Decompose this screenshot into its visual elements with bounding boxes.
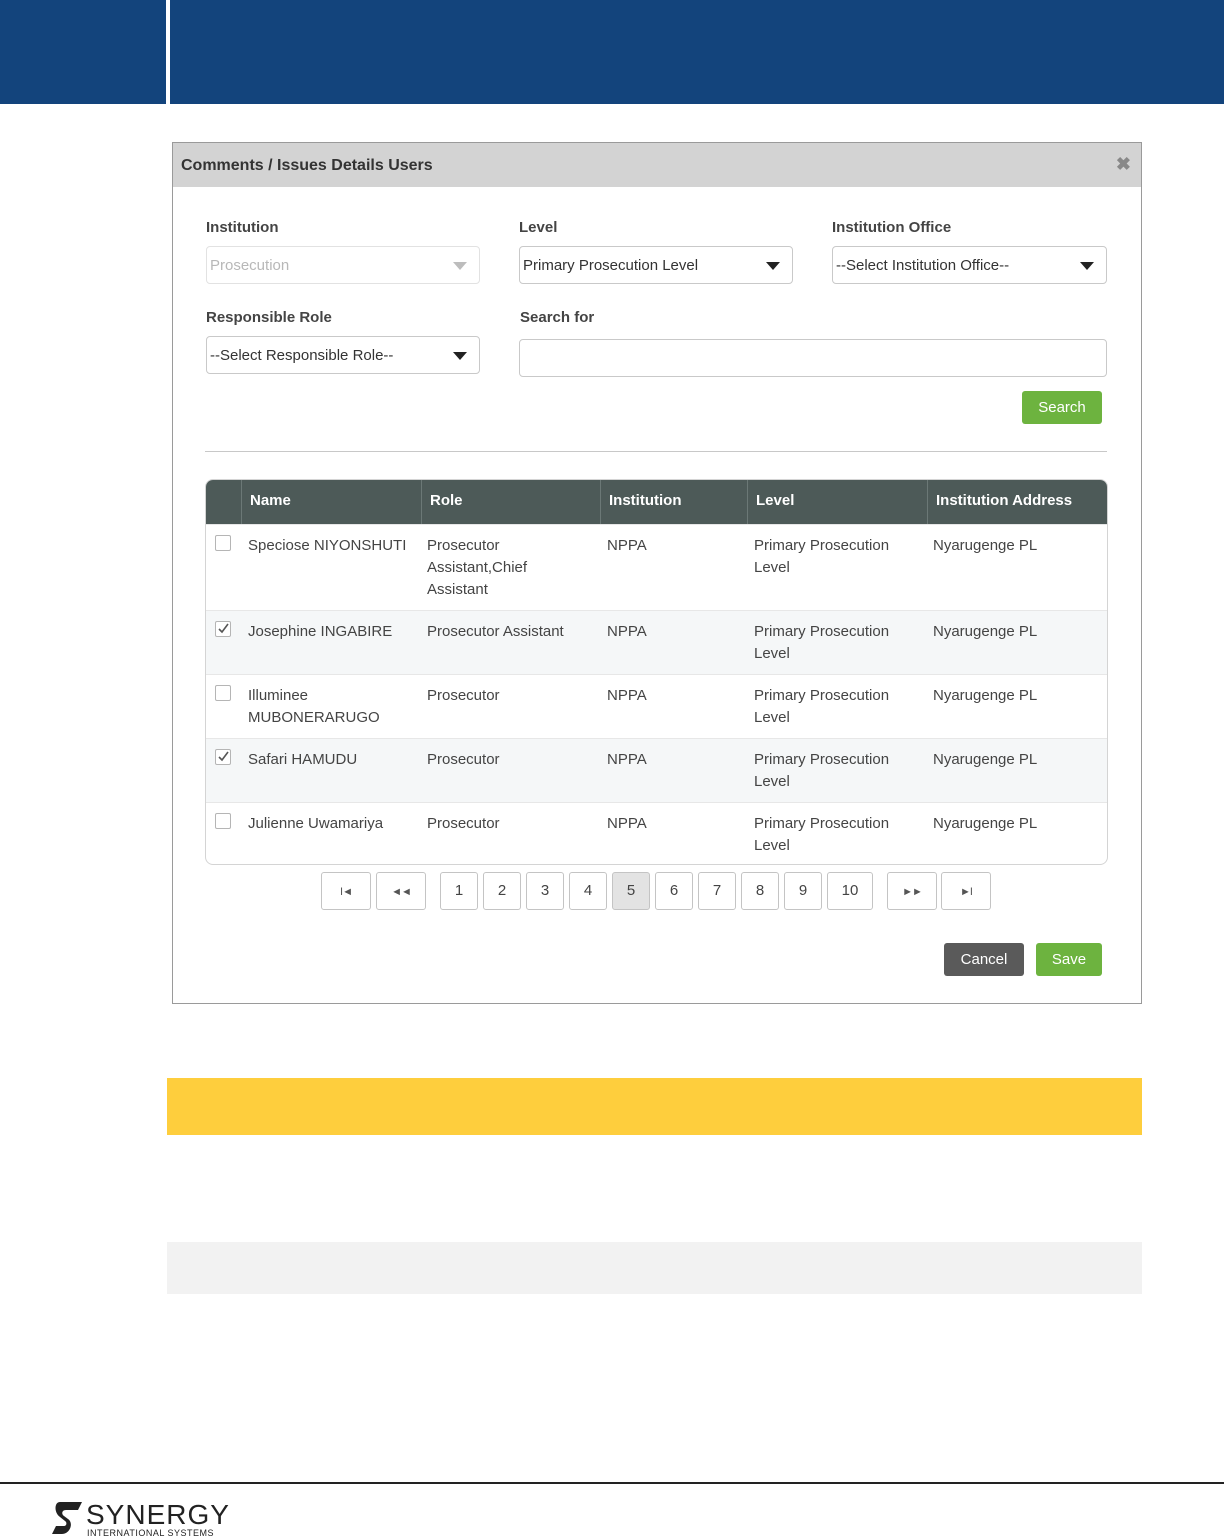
first-page-button[interactable]: I◄ — [321, 872, 371, 910]
synergy-logo-icon — [52, 1502, 82, 1534]
cell-institution: NPPA — [607, 815, 647, 832]
chevron-down-icon — [453, 352, 467, 360]
search-input[interactable] — [519, 339, 1107, 377]
cell-level: Primary Prosecution Level — [754, 815, 890, 854]
level-label: Level — [519, 219, 558, 236]
institution-office-select[interactable]: --Select Institution Office-- — [832, 246, 1107, 284]
close-icon[interactable]: ✖ — [1116, 154, 1131, 175]
cell-role: Prosecutor — [427, 751, 500, 768]
cell-name: Safari HAMUDU — [248, 751, 358, 768]
prev-page-button[interactable]: ◄◄ — [376, 872, 426, 910]
cell-institution: NPPA — [607, 623, 647, 640]
page-button[interactable]: 6 — [655, 872, 693, 910]
page-button[interactable]: 2 — [483, 872, 521, 910]
logo-subtitle: INTERNATIONAL SYSTEMS — [87, 1528, 215, 1538]
table-row[interactable]: Illuminee MUBONERARUGO Prosecutor NPPA P… — [206, 674, 1107, 738]
cell-address: Nyarugenge PL — [933, 623, 1038, 640]
cell-address: Nyarugenge PL — [933, 687, 1038, 704]
table-header: Name Role Institution Level Institution … — [206, 480, 1107, 524]
column-header-institution-address[interactable]: Institution Address — [927, 480, 1107, 524]
cell-role: Prosecutor Assistant — [427, 623, 564, 640]
cell-level: Primary Prosecution Level — [754, 623, 890, 662]
column-header-level[interactable]: Level — [747, 480, 927, 524]
cell-level: Primary Prosecution Level — [754, 751, 890, 790]
chevron-down-icon — [1080, 262, 1094, 270]
last-page-button[interactable]: ►I — [941, 872, 991, 910]
callout-bar — [167, 1078, 1142, 1135]
page-button[interactable]: 7 — [698, 872, 736, 910]
page-button[interactable]: 8 — [741, 872, 779, 910]
institution-office-label: Institution Office — [832, 219, 952, 236]
page-button-current[interactable]: 5 — [612, 872, 650, 910]
column-header-name[interactable]: Name — [241, 480, 421, 524]
table-row[interactable]: Julienne Uwamariya Prosecutor NPPA Prima… — [206, 802, 1107, 864]
cell-name: Josephine INGABIRE — [248, 623, 393, 640]
next-page-button[interactable]: ►► — [887, 872, 937, 910]
row-checkbox[interactable] — [215, 749, 231, 765]
page-button[interactable]: 1 — [440, 872, 478, 910]
cell-institution: NPPA — [607, 537, 647, 554]
modal-title: Comments / Issues Details Users — [181, 157, 433, 174]
cell-address: Nyarugenge PL — [933, 537, 1038, 554]
page-button[interactable]: 10 — [827, 872, 873, 910]
check-icon — [218, 751, 229, 762]
cell-address: Nyarugenge PL — [933, 751, 1038, 768]
institution-office-select-value: --Select Institution Office-- — [836, 257, 1010, 274]
table-row[interactable]: Josephine INGABIRE Prosecutor Assistant … — [206, 610, 1107, 674]
header-band-right — [170, 0, 1224, 104]
check-icon — [218, 623, 229, 634]
cell-institution: NPPA — [607, 751, 647, 768]
chevron-down-icon — [453, 262, 467, 270]
cell-level: Primary Prosecution Level — [754, 537, 890, 576]
row-checkbox[interactable] — [215, 621, 231, 637]
footer-divider — [0, 1482, 1224, 1484]
cell-institution: NPPA — [607, 687, 647, 704]
level-select-value: Primary Prosecution Level — [523, 257, 699, 274]
page-button[interactable]: 3 — [526, 872, 564, 910]
cell-role: Prosecutor Assistant,Chief Assistant — [427, 537, 528, 598]
cell-address: Nyarugenge PL — [933, 815, 1038, 832]
column-header-role[interactable]: Role — [421, 480, 600, 524]
cell-name: Illuminee MUBONERARUGO — [248, 687, 380, 726]
page-button[interactable]: 4 — [569, 872, 607, 910]
institution-select-value: Prosecution — [210, 257, 290, 274]
modal-header: Comments / Issues Details Users ✖ — [173, 143, 1141, 187]
cell-role: Prosecutor — [427, 815, 500, 832]
save-button[interactable]: Save — [1036, 943, 1102, 976]
chevron-down-icon — [766, 262, 780, 270]
logo-wordmark: SYNERGY — [86, 1499, 230, 1530]
search-for-label: Search for — [520, 309, 595, 326]
level-select[interactable]: Primary Prosecution Level — [519, 246, 793, 284]
note-bar — [167, 1242, 1142, 1294]
row-checkbox[interactable] — [215, 535, 231, 551]
responsible-role-select-value: --Select Responsible Role-- — [210, 347, 394, 364]
institution-select: Prosecution — [206, 246, 480, 284]
search-button[interactable]: Search — [1022, 391, 1102, 424]
responsible-role-select[interactable]: --Select Responsible Role-- — [206, 336, 480, 374]
users-modal: Comments / Issues Details Users ✖ Instit… — [172, 142, 1142, 1004]
cell-name: Speciose NIYONSHUTI — [248, 537, 407, 554]
users-table: Name Role Institution Level Institution … — [205, 479, 1108, 865]
cell-level: Primary Prosecution Level — [754, 687, 890, 726]
responsible-role-label: Responsible Role — [206, 309, 332, 326]
row-checkbox[interactable] — [215, 813, 231, 829]
cancel-button[interactable]: Cancel — [944, 943, 1024, 976]
institution-label: Institution — [206, 219, 279, 236]
table-row[interactable]: Safari HAMUDU Prosecutor NPPA Primary Pr… — [206, 738, 1107, 802]
column-header-institution[interactable]: Institution — [600, 480, 747, 524]
row-checkbox[interactable] — [215, 685, 231, 701]
header-band-left — [0, 0, 166, 104]
page-button[interactable]: 9 — [784, 872, 822, 910]
cell-name: Julienne Uwamariya — [248, 815, 384, 832]
divider — [205, 451, 1107, 452]
table-row[interactable]: Speciose NIYONSHUTI Prosecutor Assistant… — [206, 524, 1107, 610]
cell-role: Prosecutor — [427, 687, 500, 704]
